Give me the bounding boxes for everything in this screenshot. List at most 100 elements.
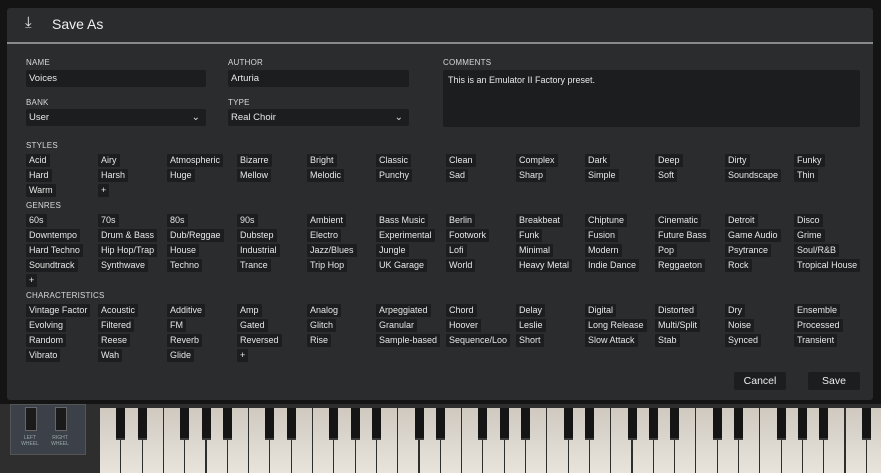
black-key[interactable] xyxy=(712,408,722,440)
black-key[interactable] xyxy=(137,408,147,440)
black-key[interactable] xyxy=(776,408,786,440)
tag-chip[interactable]: Acoustic xyxy=(98,304,139,317)
tag-chip[interactable]: Trip Hop xyxy=(307,259,348,272)
tag-chip[interactable]: Soft xyxy=(655,169,678,182)
tag-chip[interactable]: Sad xyxy=(446,169,469,182)
black-key[interactable] xyxy=(414,408,424,440)
tag-chip[interactable]: Gated xyxy=(237,319,268,332)
tag-chip[interactable]: Digital xyxy=(585,304,617,317)
tag-chip[interactable]: Analog xyxy=(307,304,342,317)
tag-chip[interactable]: Tropical House xyxy=(794,259,861,272)
black-key[interactable] xyxy=(222,408,232,440)
tag-chip[interactable]: Harsh xyxy=(98,169,129,182)
tag-chip[interactable]: Hard xyxy=(26,169,52,182)
tag-chip[interactable]: Transient xyxy=(794,334,838,347)
tag-chip[interactable]: 90s xyxy=(237,214,258,227)
tag-chip[interactable]: Modern xyxy=(585,244,622,257)
tag-chip[interactable]: Glide xyxy=(167,349,195,362)
tag-chip[interactable]: Dry xyxy=(725,304,745,317)
tag-chip[interactable]: Disco xyxy=(794,214,823,227)
black-key[interactable] xyxy=(371,408,381,440)
tag-chip[interactable]: Mellow xyxy=(237,169,272,182)
comments-field[interactable]: This is an Emulator II Factory preset. xyxy=(443,70,860,127)
tag-chip[interactable]: Rise xyxy=(307,334,332,347)
tag-chip[interactable]: Wah xyxy=(98,349,123,362)
tag-chip[interactable]: Thin xyxy=(794,169,818,182)
black-key[interactable] xyxy=(201,408,211,440)
tag-chip[interactable]: Filtered xyxy=(98,319,135,332)
type-select[interactable]: Real Choir ⌄ xyxy=(228,109,409,126)
black-key[interactable] xyxy=(286,408,296,440)
tag-chip[interactable]: Long Release xyxy=(585,319,647,332)
tag-chip[interactable]: Soundscape xyxy=(725,169,782,182)
left-wheel[interactable] xyxy=(25,407,37,431)
tag-chip[interactable]: Reversed xyxy=(237,334,282,347)
tag-chip[interactable]: Acid xyxy=(26,154,50,167)
tag-chip[interactable]: Techno xyxy=(167,259,203,272)
tag-chip[interactable]: Noise xyxy=(725,319,755,332)
tag-chip[interactable]: Grime xyxy=(794,229,825,242)
tag-chip[interactable]: Airy xyxy=(98,154,120,167)
author-field[interactable]: Arturia xyxy=(228,70,409,87)
tag-chip[interactable]: Delay xyxy=(516,304,546,317)
tag-chip[interactable]: Cinematic xyxy=(655,214,702,227)
tag-chip[interactable]: Chiptune xyxy=(585,214,628,227)
black-key[interactable] xyxy=(584,408,594,440)
tag-chip[interactable]: Reverb xyxy=(167,334,203,347)
tag-chip[interactable]: Funky xyxy=(794,154,825,167)
tag-chip[interactable]: Heavy Metal xyxy=(516,259,573,272)
tag-chip[interactable]: Funk xyxy=(516,229,543,242)
tag-chip[interactable]: Fusion xyxy=(585,229,619,242)
tag-chip[interactable]: Downtempo xyxy=(26,229,81,242)
tag-chip[interactable]: Distorted xyxy=(655,304,698,317)
tag-chip[interactable]: World xyxy=(446,259,476,272)
black-key[interactable] xyxy=(350,408,360,440)
tag-chip[interactable]: Soundtrack xyxy=(26,259,78,272)
black-key[interactable] xyxy=(819,408,829,440)
tag-chip[interactable]: Jazz/Blues xyxy=(307,244,357,257)
tag-chip[interactable]: Vintage Factor xyxy=(26,304,91,317)
tag-chip[interactable]: Ambient xyxy=(307,214,347,227)
tag-chip[interactable]: Reese xyxy=(98,334,131,347)
tag-chip[interactable]: Bass Music xyxy=(376,214,429,227)
tag-chip[interactable]: 70s xyxy=(98,214,119,227)
tag-chip[interactable]: Warm xyxy=(26,184,56,197)
tag-chip[interactable]: Hoover xyxy=(446,319,482,332)
tag-chip[interactable]: Evolving xyxy=(26,319,67,332)
tag-chip[interactable]: Breakbeat xyxy=(516,214,564,227)
tag-chip[interactable]: Granular xyxy=(376,319,418,332)
tag-chip[interactable]: Simple xyxy=(585,169,619,182)
black-key[interactable] xyxy=(648,408,658,440)
black-key[interactable] xyxy=(797,408,807,440)
tag-chip[interactable]: Synced xyxy=(725,334,762,347)
cancel-button[interactable]: Cancel xyxy=(734,372,786,390)
tag-chip[interactable]: 60s xyxy=(26,214,47,227)
tag-chip[interactable]: Footwork xyxy=(446,229,490,242)
tag-chip[interactable]: Detroit xyxy=(725,214,758,227)
tag-chip[interactable]: Sequence/Loo xyxy=(446,334,511,347)
black-key[interactable] xyxy=(521,408,530,440)
tag-chip[interactable]: Soul/R&B xyxy=(794,244,840,257)
tag-chip[interactable]: Punchy xyxy=(376,169,413,182)
tag-chip[interactable]: Random xyxy=(26,334,67,347)
black-key[interactable] xyxy=(734,408,743,440)
tag-chip[interactable]: Drum & Bass xyxy=(98,229,158,242)
add-tag-button[interactable]: + xyxy=(237,349,249,362)
tag-chip[interactable]: Glitch xyxy=(307,319,337,332)
black-key[interactable] xyxy=(861,408,871,440)
black-key[interactable] xyxy=(478,408,488,440)
black-key[interactable] xyxy=(670,408,680,440)
tag-chip[interactable]: Hip Hop/Trap xyxy=(98,244,158,257)
tag-chip[interactable]: Arpeggiated xyxy=(376,304,431,317)
black-key[interactable] xyxy=(435,408,445,440)
tag-chip[interactable]: Clean xyxy=(446,154,476,167)
black-key[interactable] xyxy=(116,408,126,440)
name-field[interactable]: Voices xyxy=(26,70,206,87)
tag-chip[interactable]: House xyxy=(167,244,200,257)
tag-chip[interactable]: Hard Techno xyxy=(26,244,83,257)
tag-chip[interactable]: Dark xyxy=(585,154,611,167)
tag-chip[interactable]: Processed xyxy=(794,319,843,332)
save-button[interactable]: Save xyxy=(808,372,860,390)
tag-chip[interactable]: Lofi xyxy=(446,244,467,257)
tag-chip[interactable]: Future Bass xyxy=(655,229,710,242)
